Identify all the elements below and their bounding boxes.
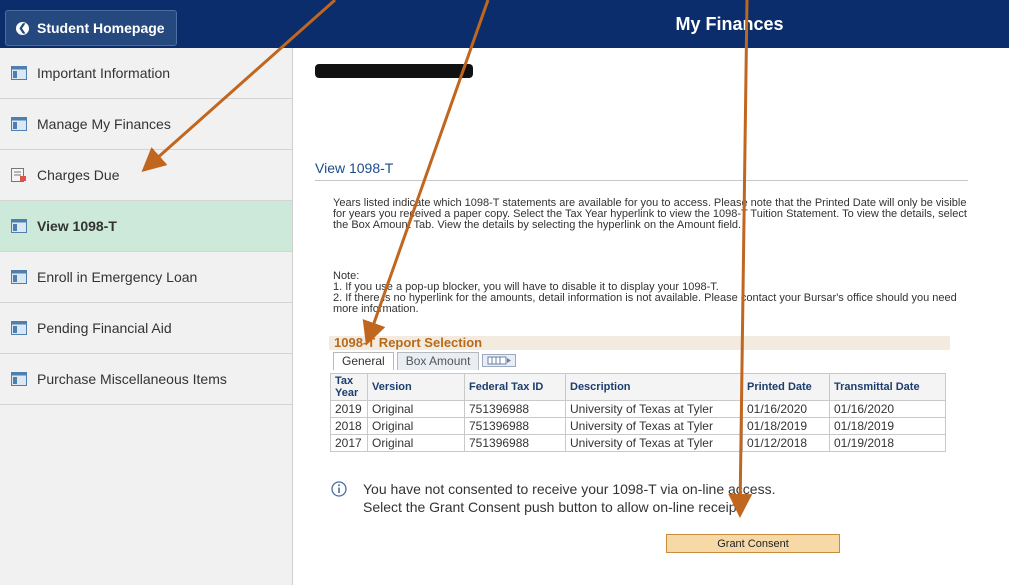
version-cell: Original xyxy=(367,417,465,435)
report-icon xyxy=(11,168,26,182)
folder-icon xyxy=(11,66,27,80)
transmittal-date-cell: 01/19/2018 xyxy=(829,434,946,452)
folder-icon xyxy=(11,117,27,131)
grid-header-row: Tax Year Version Federal Tax ID Descript… xyxy=(330,373,946,401)
sidebar-item-label: Enroll in Emergency Loan xyxy=(37,269,198,285)
sidebar-item-manage-my-finances[interactable]: Manage My Finances xyxy=(0,99,292,150)
description-cell: University of Texas at Tyler xyxy=(565,417,743,435)
transmittal-date-cell: 01/16/2020 xyxy=(829,400,946,418)
sidebar-item-view-1098-t[interactable]: View 1098-T xyxy=(0,201,292,252)
description-cell: University of Texas at Tyler xyxy=(565,434,743,452)
sidebar-item-label: Charges Due xyxy=(37,167,120,183)
student-homepage-button[interactable]: ❮ Student Homepage xyxy=(5,10,177,46)
printed-date-cell: 01/12/2018 xyxy=(742,434,830,452)
title-divider xyxy=(315,180,968,181)
top-header-bar: My Finances ❮ Student Homepage xyxy=(0,0,1009,48)
folder-icon xyxy=(11,270,27,284)
sidebar-item-label: Manage My Finances xyxy=(37,116,171,132)
federal-tax-id-cell: 751396988 xyxy=(464,417,566,435)
tax-year-cell[interactable]: 2017 xyxy=(330,434,368,452)
note-item-2: 2. If there is no hyperlink for the amou… xyxy=(333,292,957,315)
folder-icon xyxy=(11,321,27,335)
table-row: 2019 Original 751396988 University of Te… xyxy=(330,400,946,418)
student-homepage-label: Student Homepage xyxy=(37,20,165,36)
tab-general[interactable]: General xyxy=(333,352,394,370)
tax-year-cell[interactable]: 2019 xyxy=(330,400,368,418)
sidebar-item-charges-due[interactable]: Charges Due xyxy=(0,150,292,201)
version-cell: Original xyxy=(367,434,465,452)
show-all-columns-icon[interactable] xyxy=(482,354,517,367)
section-title: View 1098-T xyxy=(315,160,394,176)
report-selection-title: 1098-T Report Selection xyxy=(329,336,950,350)
printed-date-cell: 01/18/2019 xyxy=(742,417,830,435)
consent-line-2: Select the Grant Consent push button to … xyxy=(363,499,745,515)
federal-tax-id-cell: 751396988 xyxy=(464,434,566,452)
column-header-transmittal-date: Transmittal Date xyxy=(829,373,946,401)
tab-box-amount[interactable]: Box Amount xyxy=(396,352,480,370)
description-cell: University of Texas at Tyler xyxy=(565,400,743,418)
sidebar-item-label: Purchase Miscellaneous Items xyxy=(37,371,227,387)
grant-consent-button[interactable]: Grant Consent xyxy=(666,534,840,553)
column-header-printed-date: Printed Date xyxy=(742,373,830,401)
folder-icon xyxy=(11,372,27,386)
column-header-tax-year: Tax Year xyxy=(330,373,368,401)
transmittal-date-cell: 01/18/2019 xyxy=(829,417,946,435)
printed-date-cell: 01/16/2020 xyxy=(742,400,830,418)
sidebar-item-enroll-emergency-loan[interactable]: Enroll in Emergency Loan xyxy=(0,252,292,303)
grid-tabs: General Box Amount xyxy=(333,352,517,370)
column-header-version: Version xyxy=(367,373,465,401)
column-header-federal-tax-id: Federal Tax ID xyxy=(464,373,566,401)
federal-tax-id-cell: 751396988 xyxy=(464,400,566,418)
sidebar-item-important-information[interactable]: Important Information xyxy=(0,48,292,99)
folder-icon xyxy=(11,219,27,233)
version-cell: Original xyxy=(367,400,465,418)
sidebar-item-pending-financial-aid[interactable]: Pending Financial Aid xyxy=(0,303,292,354)
consent-line-1: You have not consented to receive your 1… xyxy=(363,481,776,497)
sidebar-item-label: Pending Financial Aid xyxy=(37,320,172,336)
sidebar-item-purchase-misc-items[interactable]: Purchase Miscellaneous Items xyxy=(0,354,292,405)
intro-text: Years listed indicate which 1098-T state… xyxy=(333,197,967,231)
sidebar-nav: Important Information Manage My Finances… xyxy=(0,48,293,585)
consent-message: You have not consented to receive your 1… xyxy=(331,480,951,516)
info-icon xyxy=(331,481,347,497)
table-row: 2017 Original 751396988 University of Te… xyxy=(330,434,946,452)
notes-block: Note: 1. If you use a pop-up blocker, yo… xyxy=(333,271,973,315)
tax-year-cell[interactable]: 2018 xyxy=(330,417,368,435)
table-row: 2018 Original 751396988 University of Te… xyxy=(330,417,946,435)
redacted-name-block xyxy=(315,64,473,78)
column-header-description: Description xyxy=(565,373,743,401)
1098t-report-grid: Tax Year Version Federal Tax ID Descript… xyxy=(330,373,946,452)
sidebar-item-label: View 1098-T xyxy=(37,218,117,234)
sidebar-item-label: Important Information xyxy=(37,65,171,81)
main-content: View 1098-T Years listed indicate which … xyxy=(293,48,1009,585)
chevron-left-icon: ❮ xyxy=(16,21,29,35)
